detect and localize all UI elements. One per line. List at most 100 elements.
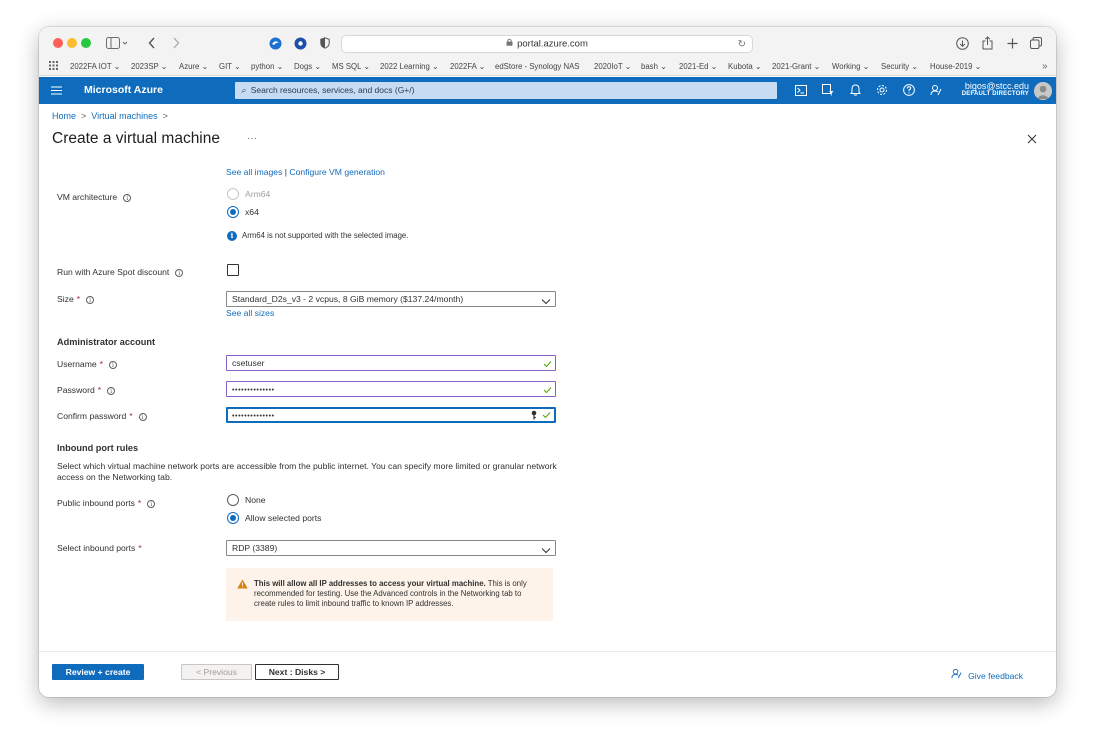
- select-inbound-ports-label: Select inbound ports *: [57, 543, 142, 553]
- info-icon[interactable]: i: [107, 386, 116, 395]
- bookmark-item[interactable]: 2022FA IOT ⌄: [70, 62, 120, 71]
- page-title: Create a virtual machine: [52, 130, 220, 147]
- arch-arm64-radio[interactable]: [227, 188, 239, 200]
- bookmarks-bar: 2022FA IOT ⌄ 2023SP ⌄ Azure ⌄ GIT ⌄ pyth…: [39, 60, 1056, 76]
- info-icon[interactable]: i: [147, 499, 156, 508]
- give-feedback-label: Give feedback: [968, 671, 1023, 681]
- tab-overview-icon[interactable]: [1029, 33, 1043, 53]
- arch-arm64-label: Arm64: [245, 189, 271, 199]
- required-asterisk: *: [138, 543, 142, 553]
- bookmark-item[interactable]: Working ⌄: [832, 62, 869, 71]
- bookmark-item[interactable]: GIT ⌄: [219, 62, 241, 71]
- bookmark-item[interactable]: 2022FA ⌄: [450, 62, 485, 71]
- spot-discount-label: Run with Azure Spot discount i: [57, 267, 184, 277]
- notifications-icon[interactable]: [848, 83, 862, 97]
- breadcrumb-chevron-icon: >: [162, 111, 168, 121]
- size-select[interactable]: Standard_D2s_v3 - 2 vcpus, 8 GiB memory …: [226, 291, 556, 307]
- info-icon[interactable]: i: [86, 295, 95, 304]
- forward-icon[interactable]: [169, 33, 183, 53]
- search-placeholder: Search resources, services, and docs (G+…: [250, 85, 415, 95]
- extension-edge-icon[interactable]: [268, 33, 282, 53]
- see-all-images-link[interactable]: See all images: [226, 167, 282, 177]
- avatar[interactable]: [1034, 82, 1052, 100]
- spot-discount-checkbox[interactable]: [227, 264, 239, 276]
- confirm-password-input[interactable]: ••••••••••••••: [226, 407, 556, 423]
- account-menu[interactable]: bigos@stcc.edu DEFAULT DIRECTORY: [962, 81, 1029, 97]
- ports-allow-selected-radio[interactable]: [227, 512, 239, 524]
- ports-none-label: None: [245, 495, 266, 505]
- bookmark-item[interactable]: edStore - Synology NAS: [495, 62, 580, 71]
- close-icon[interactable]: [1026, 133, 1038, 145]
- directory-filter-icon[interactable]: [821, 83, 835, 97]
- see-all-sizes-link[interactable]: See all sizes: [226, 308, 274, 318]
- more-bookmarks-icon[interactable]: »: [1042, 61, 1048, 72]
- check-icon: [543, 358, 552, 372]
- bookmark-item[interactable]: Azure ⌄: [179, 62, 208, 71]
- minimize-window-button[interactable]: [67, 38, 77, 48]
- previous-button[interactable]: < Previous: [181, 664, 252, 680]
- next-disks-button[interactable]: Next : Disks >: [255, 664, 339, 680]
- give-feedback-link[interactable]: Give feedback: [951, 668, 1023, 681]
- bookmark-item[interactable]: 2022 Learning ⌄: [380, 62, 439, 71]
- confirm-password-label: Confirm password * i: [57, 411, 147, 421]
- back-icon[interactable]: [145, 33, 159, 53]
- bookmark-item[interactable]: 2020IoT ⌄: [594, 62, 631, 71]
- password-key-icon[interactable]: [531, 410, 541, 423]
- admin-account-heading: Administrator account: [57, 337, 156, 347]
- breadcrumb-virtual-machines[interactable]: Virtual machines: [91, 111, 157, 121]
- grid-icon[interactable]: [49, 61, 58, 72]
- bookmark-item[interactable]: Kubota ⌄: [728, 62, 761, 71]
- inbound-ports-value: RDP (3389): [232, 543, 278, 553]
- bookmark-item[interactable]: 2021-Ed ⌄: [679, 62, 717, 71]
- browser-titlebar: portal.azure.com ↻: [39, 27, 1056, 60]
- downloads-icon[interactable]: [955, 33, 969, 53]
- hamburger-menu-icon[interactable]: [49, 83, 63, 97]
- required-asterisk: *: [76, 294, 81, 304]
- global-search-input[interactable]: ⌕ Search resources, services, and docs (G…: [235, 82, 777, 99]
- bookmark-item[interactable]: Security ⌄: [881, 62, 918, 71]
- browser-window: portal.azure.com ↻ 2022FA IOT ⌄ 2023SP ⌄…: [39, 27, 1056, 697]
- shield-icon[interactable]: [319, 33, 331, 53]
- bookmark-item[interactable]: Dogs ⌄: [294, 62, 321, 71]
- bookmark-item[interactable]: python ⌄: [251, 62, 283, 71]
- inbound-description: Select which virtual machine network por…: [57, 461, 557, 482]
- bookmark-item[interactable]: House-2019 ⌄: [930, 62, 981, 71]
- username-value: csetuser: [232, 358, 265, 368]
- bookmark-item[interactable]: bash ⌄: [641, 62, 667, 71]
- feedback-person-icon[interactable]: [929, 83, 943, 97]
- extension-gear-icon[interactable]: [293, 33, 307, 53]
- settings-gear-icon[interactable]: [875, 83, 889, 97]
- breadcrumb-home[interactable]: Home: [52, 111, 76, 121]
- username-input[interactable]: csetuser: [226, 355, 556, 371]
- arch-x64-radio[interactable]: [227, 206, 239, 218]
- password-input[interactable]: ••••••••••••••: [226, 381, 556, 397]
- info-icon[interactable]: i: [109, 360, 118, 369]
- azure-brand[interactable]: Microsoft Azure: [84, 84, 163, 96]
- new-tab-icon[interactable]: [1005, 33, 1019, 53]
- search-icon: ⌕: [241, 85, 246, 95]
- more-options-icon[interactable]: ···: [247, 133, 257, 144]
- reload-icon[interactable]: ↻: [738, 37, 746, 53]
- share-icon[interactable]: [980, 33, 994, 53]
- configure-vm-generation-link[interactable]: Configure VM generation: [289, 167, 385, 177]
- bookmark-item[interactable]: 2023SP ⌄: [131, 62, 167, 71]
- info-icon[interactable]: i: [175, 268, 184, 277]
- help-icon[interactable]: [902, 83, 916, 97]
- info-icon[interactable]: i: [138, 412, 147, 421]
- bookmark-item[interactable]: 2021-Grant ⌄: [772, 62, 820, 71]
- check-icon: [542, 410, 551, 422]
- bookmark-item[interactable]: MS SQL ⌄: [332, 62, 370, 71]
- cloud-shell-icon[interactable]: [794, 83, 808, 97]
- inbound-ports-select[interactable]: RDP (3389): [226, 540, 556, 556]
- ports-none-radio[interactable]: [227, 494, 239, 506]
- info-icon[interactable]: i: [123, 193, 132, 202]
- inbound-warning-banner: This will allow all IP addresses to acce…: [226, 568, 553, 621]
- inbound-port-rules-heading: Inbound port rules: [57, 443, 139, 453]
- review-create-button[interactable]: Review + create: [52, 664, 144, 680]
- confirm-password-value: ••••••••••••••: [232, 413, 275, 420]
- close-window-button[interactable]: [53, 38, 63, 48]
- address-bar[interactable]: portal.azure.com ↻: [341, 35, 753, 53]
- sidebar-toggle-icon[interactable]: [103, 33, 131, 53]
- public-inbound-ports-label: Public inbound ports * i: [57, 498, 156, 508]
- zoom-window-button[interactable]: [81, 38, 91, 48]
